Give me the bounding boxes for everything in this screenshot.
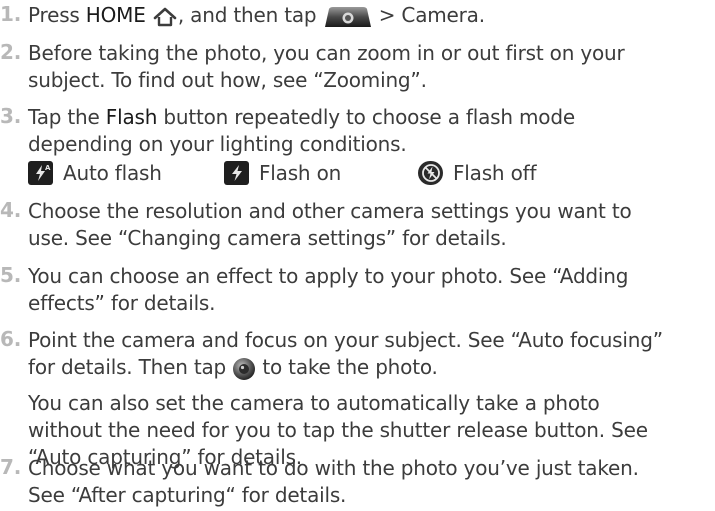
- step-text-line: See “After capturing“ for details.: [28, 483, 347, 507]
- flash-mode-on: Flash on: [224, 158, 341, 188]
- step-note-line: You can also set the camera to automatic…: [28, 391, 600, 415]
- instruction-page: 1. Press HOME , and then tap > Camera. 2…: [0, 0, 715, 511]
- step-7: 7. Choose what you want to do with the p…: [0, 455, 712, 509]
- step-5: 5. You can choose an effect to apply to …: [0, 263, 712, 317]
- step-text-line: Before taking the photo, you can zoom in…: [28, 41, 625, 65]
- step-text-line: effects” for details.: [28, 291, 216, 315]
- flash-mode-off: Flash off: [418, 158, 536, 188]
- flash-mode-label: Auto flash: [63, 161, 162, 185]
- svg-text:A: A: [45, 164, 51, 172]
- flash-mode-label: Flash on: [259, 161, 342, 185]
- step-text-line: Choose what you want to do with the phot…: [28, 456, 639, 480]
- auto-flash-icon: A: [28, 161, 53, 185]
- flash-on-icon: [224, 161, 249, 185]
- flash-mode-auto: A Auto flash: [28, 158, 162, 188]
- step-text-line: for details. Then tap to take the photo.: [28, 355, 438, 381]
- step-4: 4. Choose the resolution and other camer…: [0, 198, 712, 252]
- step-text-line: Tap the Flash button repeatedly to choos…: [28, 105, 575, 129]
- home-icon: [152, 7, 178, 27]
- step-number: 1.: [0, 2, 22, 26]
- step-text: Press HOME , and then tap > Camera.: [28, 3, 485, 28]
- flash-mode-label: Flash off: [453, 161, 537, 185]
- step-1: 1. Press HOME , and then tap > Camera.: [0, 2, 712, 29]
- flash-button-label: Flash: [105, 105, 158, 129]
- flash-off-icon: [418, 161, 443, 185]
- step-number: 6.: [0, 327, 22, 351]
- shutter-icon: [232, 357, 256, 381]
- step-text-line: subject. To find out how, see “Zooming”.: [28, 68, 427, 92]
- step-number: 2.: [0, 40, 22, 64]
- step-6: 6. Point the camera and focus on your su…: [0, 327, 712, 471]
- step-number: 5.: [0, 263, 22, 287]
- step-number: 7.: [0, 455, 22, 479]
- step-note-line: without the need for you to tap the shut…: [28, 418, 648, 442]
- step-number: 4.: [0, 198, 22, 222]
- step-text-line: You can choose an effect to apply to you…: [28, 264, 629, 288]
- step-number: 3.: [0, 104, 22, 128]
- all-apps-icon: [323, 6, 373, 28]
- step-3: 3. Tap the Flash button repeatedly to ch…: [0, 104, 712, 188]
- step-text-line: depending on your lighting conditions.: [28, 132, 407, 156]
- step-text-line: use. See “Changing camera settings” for …: [28, 226, 507, 250]
- step-2: 2. Before taking the photo, you can zoom…: [0, 40, 712, 94]
- flash-modes: A Auto flash Flash on Flash off: [28, 158, 712, 188]
- home-label: HOME: [85, 3, 146, 27]
- step-text-line: Point the camera and focus on your subje…: [28, 328, 663, 352]
- step-text-line: Choose the resolution and other camera s…: [28, 199, 632, 223]
